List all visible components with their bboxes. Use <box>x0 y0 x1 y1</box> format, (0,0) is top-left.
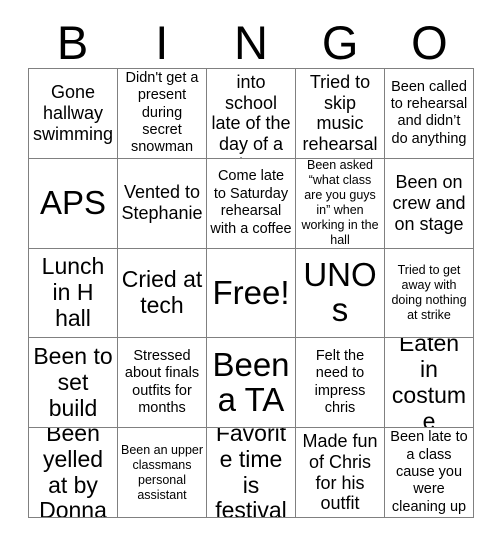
bingo-cell[interactable]: Been to set build <box>29 338 118 429</box>
bingo-cell-text: Been late to a class cause you were clea… <box>390 429 468 515</box>
bingo-cell[interactable]: Gone hallway swimming <box>29 69 118 159</box>
bingo-cell-text: Been yelled at by Donna <box>39 428 107 518</box>
bingo-cell[interactable]: Been called to rehearsal and didn’t do a… <box>385 69 474 159</box>
bingo-cell-text: Eaten in costume <box>391 338 467 429</box>
bingo-cell[interactable]: Lunch in H hall <box>29 248 118 339</box>
bingo-cell-text: Been a TA <box>212 345 290 418</box>
bingo-cell[interactable]: UNOs <box>296 248 385 339</box>
bingo-cell[interactable]: Felt the need to impress chris <box>296 338 385 429</box>
bingo-cell-text: Favorite time is festival <box>215 428 287 518</box>
bingo-cell-text: Been called to rehearsal and didn’t do a… <box>390 78 468 147</box>
bingo-cell[interactable]: Didn't get a present during secret snowm… <box>118 69 207 159</box>
bingo-cell[interactable]: Stressed about finals outfits for months <box>118 338 207 429</box>
bingo-cell[interactable]: Been yelled at by Donna <box>29 428 118 518</box>
bingo-cell[interactable]: Come into school late of the day of a sh… <box>207 69 296 159</box>
bingo-cell-text: Gone hallway swimming <box>32 82 113 144</box>
bingo-cell[interactable]: Made fun of Chris for his outfit <box>296 428 385 518</box>
bingo-cell[interactable]: Been a TA <box>207 338 296 429</box>
bingo-cell[interactable]: Been on crew and on stage <box>385 158 474 249</box>
bingo-card: B I N G O Gone hallway swimming Didn't g… <box>0 0 500 544</box>
bingo-cell-text: Stressed about finals outfits for months <box>124 348 200 417</box>
bingo-cell-text: Free! <box>212 273 290 311</box>
bingo-cell-text: Lunch in H hall <box>41 253 105 331</box>
header-letter-n: N <box>234 15 268 69</box>
bingo-cell-text: Tried to get away with doing nothing at … <box>391 262 467 322</box>
bingo-cell-text: Been to set build <box>33 343 113 421</box>
bingo-cell[interactable]: APS <box>29 158 118 249</box>
bingo-cell-text: Been asked “what class are you guys in” … <box>301 158 379 248</box>
bingo-cell-text: Tried to skip music rehearsal <box>302 71 378 155</box>
bingo-cell-text: Been on crew and on stage <box>392 171 466 234</box>
bingo-cell[interactable]: Been asked “what class are you guys in” … <box>296 158 385 249</box>
header-letter-b: B <box>56 15 89 69</box>
bingo-cell[interactable]: Been an upper classmans personal assista… <box>118 428 207 518</box>
bingo-cell-free[interactable]: Free! <box>207 248 296 339</box>
bingo-cell-text: Come into school late of the day of a sh… <box>211 69 291 158</box>
bingo-cell-text: Cried at tech <box>121 266 203 318</box>
bingo-cell-text: Felt the need to impress chris <box>314 348 366 417</box>
bingo-header: B I N G O <box>28 16 474 68</box>
bingo-cell[interactable]: Eaten in costume <box>385 338 474 429</box>
bingo-cell[interactable]: Cried at tech <box>118 248 207 339</box>
bingo-cell[interactable]: Come late to Saturday rehearsal with a c… <box>207 158 296 249</box>
bingo-cell-text: Made fun of Chris for his outfit <box>302 430 378 514</box>
bingo-cell[interactable]: Vented to Stephanie <box>118 158 207 249</box>
header-letter-o: O <box>411 15 448 69</box>
header-letter-g: G <box>321 15 359 69</box>
bingo-cell-text: Come late to Saturday rehearsal with a c… <box>210 168 292 237</box>
bingo-cell[interactable]: Been late to a class cause you were clea… <box>385 428 474 518</box>
bingo-cell-text: UNOs <box>303 256 377 328</box>
bingo-cell-text: Vented to Stephanie <box>121 182 203 224</box>
bingo-cell-text: Didn't get a present during secret snowm… <box>125 69 199 156</box>
bingo-cell-text: Been an upper classmans personal assista… <box>121 442 204 502</box>
bingo-grid: Gone hallway swimming Didn't get a prese… <box>28 68 474 518</box>
bingo-cell[interactable]: Tried to get away with doing nothing at … <box>385 248 474 339</box>
bingo-cell[interactable]: Favorite time is festival <box>207 428 296 518</box>
header-letter-i: I <box>155 15 169 69</box>
bingo-cell[interactable]: Tried to skip music rehearsal <box>296 69 385 159</box>
bingo-cell-text: APS <box>39 183 107 221</box>
